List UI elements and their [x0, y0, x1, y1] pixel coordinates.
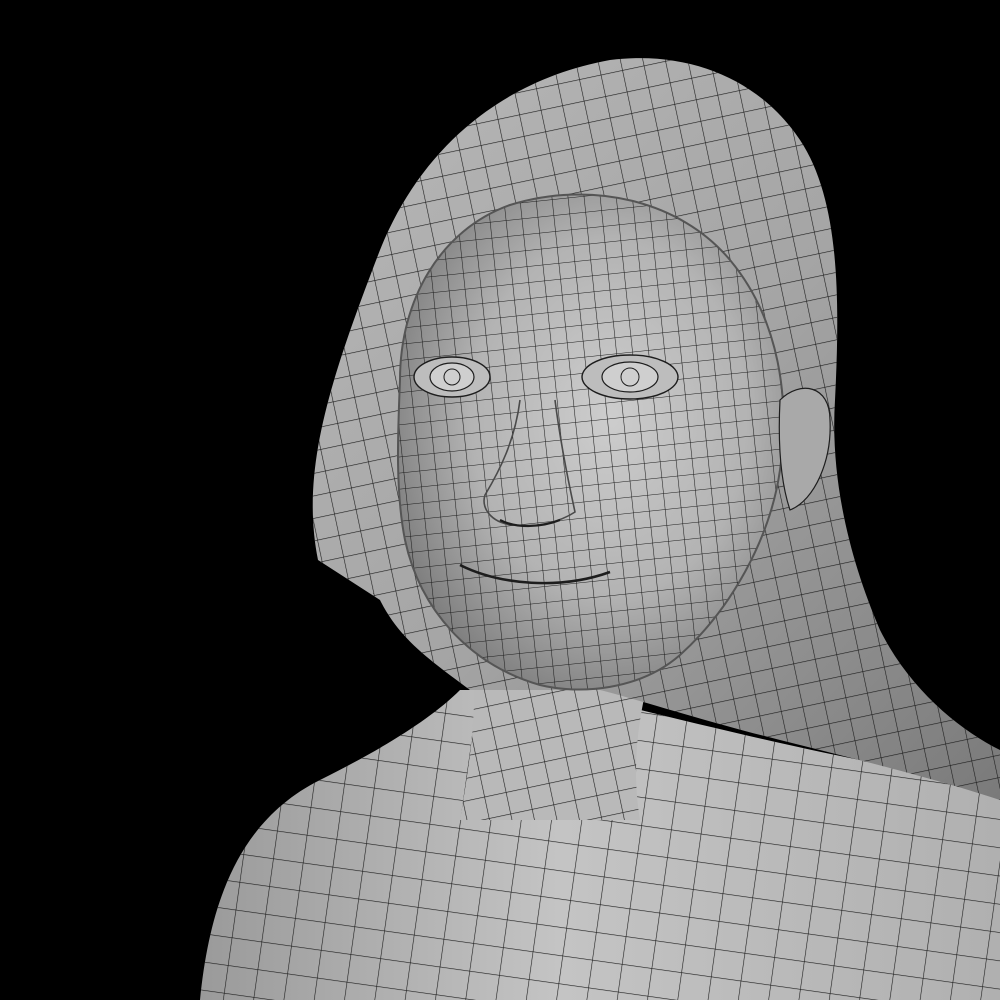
mesh-render	[0, 0, 1000, 1000]
left-eye	[413, 356, 491, 398]
right-eye	[581, 354, 679, 400]
render-viewport	[0, 0, 1000, 1000]
